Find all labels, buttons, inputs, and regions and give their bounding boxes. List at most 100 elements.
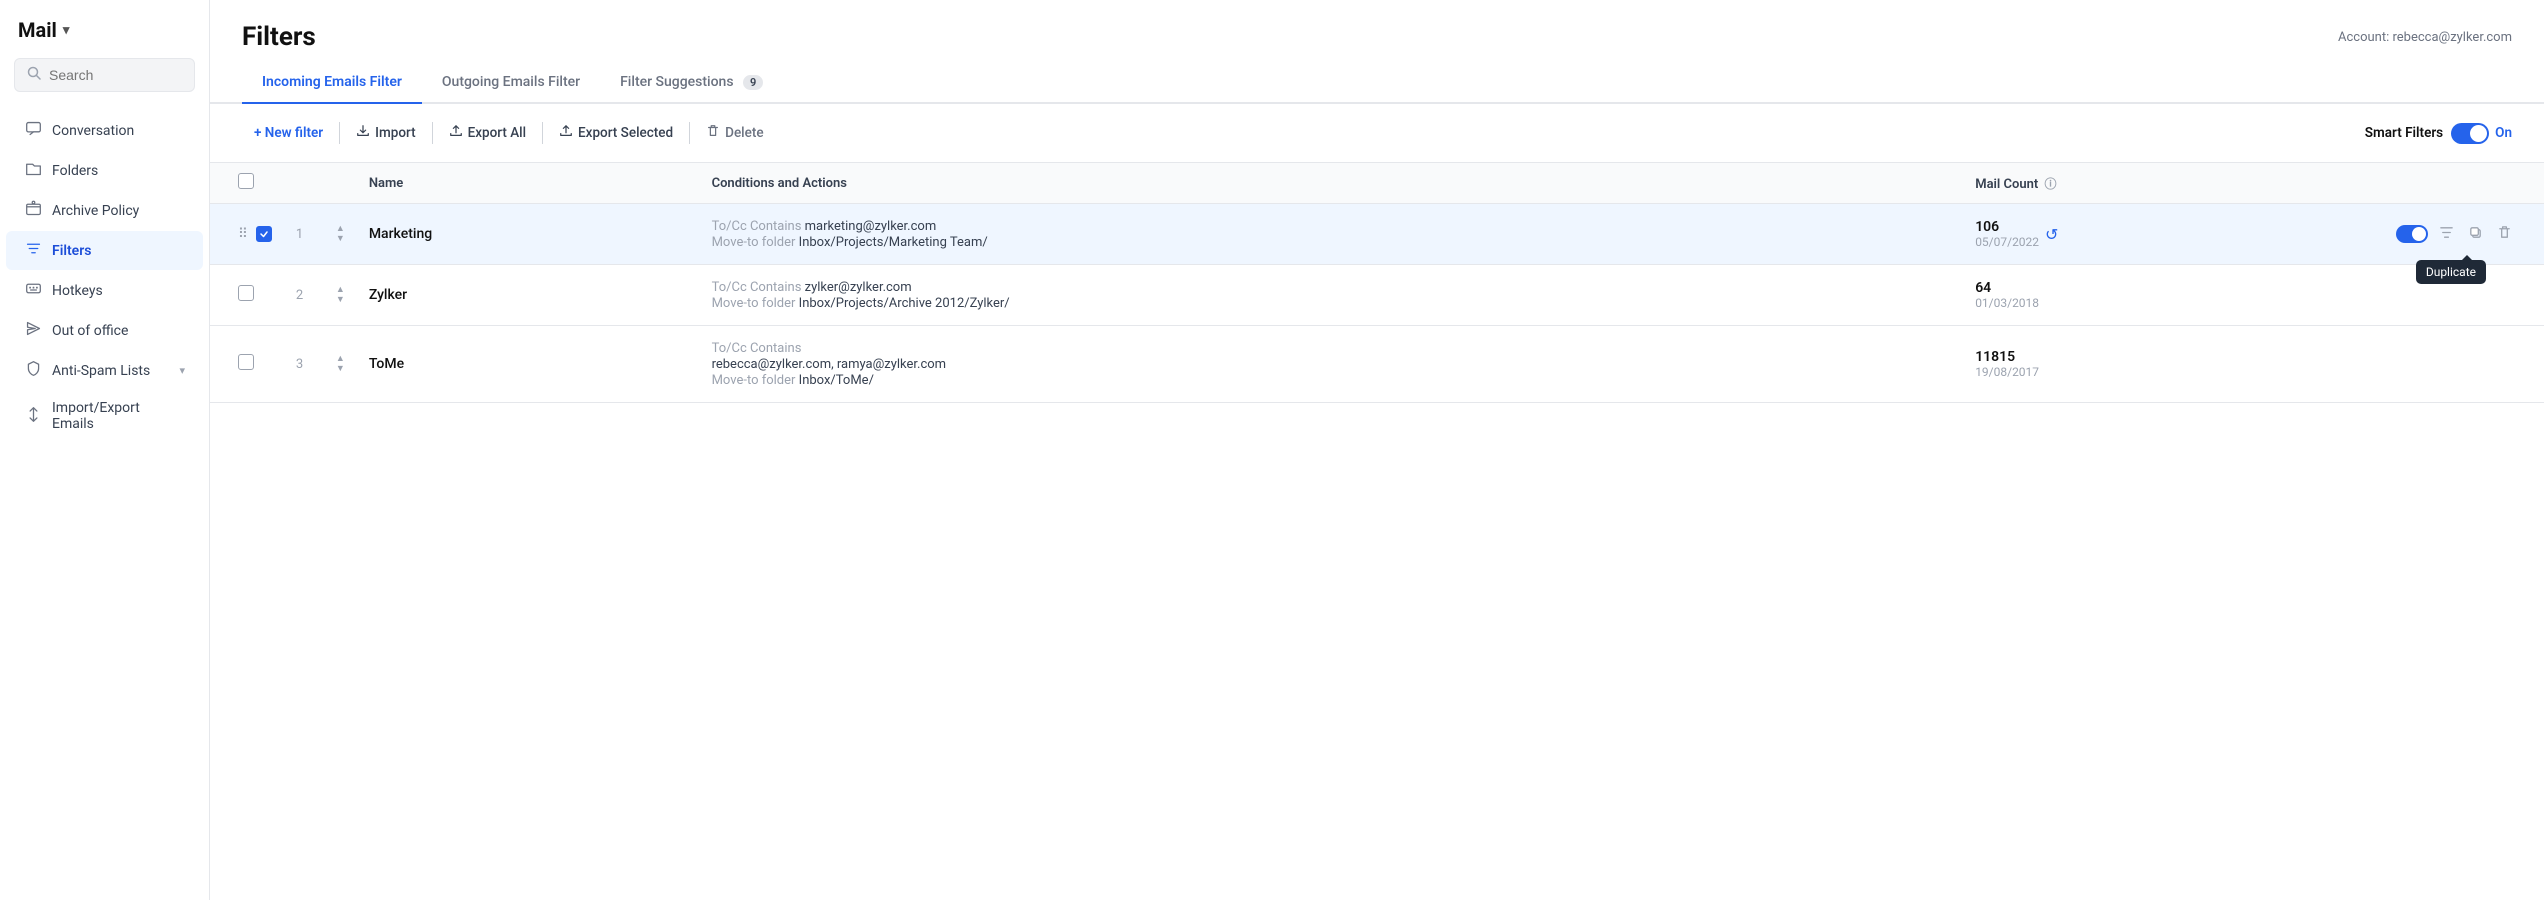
sort-down-icon[interactable]: ▼ (336, 235, 345, 244)
row-3-checkbox-cell (210, 326, 284, 403)
row-1-toggle-thumb (2412, 227, 2426, 241)
row-3-checkbox[interactable] (238, 354, 254, 370)
export-selected-button[interactable]: Export Selected (547, 118, 685, 148)
filters-icon (24, 240, 42, 261)
sort-up-icon[interactable]: ▲ (336, 286, 345, 295)
table-header: Name Conditions and Actions Mail Count ⓘ (210, 163, 2544, 204)
row-2-checkbox[interactable] (238, 285, 254, 301)
col-mail-count: Mail Count ⓘ (1963, 163, 2384, 204)
row-1-duplicate-container: Duplicate (2465, 225, 2486, 244)
sidebar: Mail ▾ Conversation (0, 0, 210, 900)
filters-table: Name Conditions and Actions Mail Count ⓘ (210, 163, 2544, 403)
sidebar-item-filters[interactable]: Filters (6, 231, 203, 270)
conversation-icon (24, 120, 42, 141)
col-name: Name (357, 163, 700, 204)
sort-up-icon[interactable]: ▲ (336, 225, 345, 234)
anti-spam-chevron: ▾ (179, 364, 185, 377)
col-num (284, 163, 324, 204)
col-checkbox (210, 163, 284, 204)
tab-incoming[interactable]: Incoming Emails Filter (242, 64, 422, 104)
mail-count-info-icon[interactable]: ⓘ (2045, 177, 2057, 191)
archive-policy-icon (24, 200, 42, 221)
import-button[interactable]: Import (344, 118, 427, 148)
row-1-num: 1 (284, 204, 324, 265)
sidebar-item-folders[interactable]: Folders (6, 151, 203, 190)
filters-table-container: Name Conditions and Actions Mail Count ⓘ (210, 163, 2544, 900)
sidebar-item-archive-policy-label: Archive Policy (52, 203, 139, 219)
export-selected-icon (559, 124, 573, 142)
col-name-label: Name (369, 176, 403, 191)
drag-handle[interactable]: ⠿ (238, 226, 248, 242)
row-1-toggle[interactable] (2396, 225, 2428, 243)
row-1-mail-count: 106 05/07/2022 ↺ (1963, 204, 2384, 265)
row-1-actions: Duplicate (2384, 204, 2544, 265)
tab-suggestions-badge: 9 (743, 75, 763, 90)
row-1-name: Marketing (357, 204, 700, 265)
new-filter-button[interactable]: + New filter (242, 119, 335, 147)
toolbar-sep-3 (542, 122, 543, 144)
tab-suggestions-label: Filter Suggestions (620, 74, 733, 90)
tab-outgoing[interactable]: Outgoing Emails Filter (422, 64, 600, 104)
table-row: 3 ▲ ▼ ToMe To/Cc Contains rebecca@zylker… (210, 326, 2544, 403)
delete-icon (706, 124, 720, 142)
row-1-filter-icon[interactable] (2436, 222, 2457, 247)
export-all-button[interactable]: Export All (437, 118, 538, 148)
row-1-toggle-track (2396, 225, 2428, 243)
col-conditions: Conditions and Actions (700, 163, 1964, 204)
row-3-mail-count: 11815 19/08/2017 (1963, 326, 2384, 403)
delete-button[interactable]: Delete (694, 118, 775, 148)
search-box[interactable] (14, 58, 195, 92)
sort-down-icon[interactable]: ▼ (336, 365, 345, 374)
sidebar-item-archive-policy[interactable]: Archive Policy (6, 191, 203, 230)
folders-icon (24, 160, 42, 181)
filters-table-body: ⠿ 1 ▲ ▼ (210, 204, 2544, 403)
sidebar-item-conversation[interactable]: Conversation (6, 111, 203, 150)
row-2-checkbox-cell (210, 265, 284, 326)
col-actions (2384, 163, 2544, 204)
search-input[interactable] (49, 67, 182, 83)
export-selected-label: Export Selected (578, 125, 673, 141)
sidebar-item-folders-label: Folders (52, 163, 98, 179)
sidebar-item-import-export-label: Import/Export Emails (52, 400, 185, 432)
tab-outgoing-label: Outgoing Emails Filter (442, 74, 580, 90)
out-of-office-icon (24, 320, 42, 341)
row-1-duplicate-button[interactable] (2465, 223, 2486, 247)
page-title: Filters (242, 22, 316, 52)
smart-filters-toggle[interactable] (2451, 123, 2489, 144)
smart-filters-label: Smart Filters (2365, 125, 2443, 141)
delete-label: Delete (725, 125, 763, 141)
undo-button[interactable]: ↺ (2045, 225, 2058, 244)
hotkeys-icon (24, 280, 42, 301)
row-2-num: 2 (284, 265, 324, 326)
filter-tabs: Incoming Emails Filter Outgoing Emails F… (210, 64, 2544, 104)
import-label: Import (375, 125, 415, 141)
toggle-thumb (2470, 125, 2487, 142)
app-title-chevron: ▾ (63, 23, 70, 38)
import-export-icon (24, 406, 42, 427)
app-title[interactable]: Mail ▾ (0, 18, 209, 58)
sidebar-item-anti-spam[interactable]: Anti-Spam Lists ▾ (6, 351, 203, 390)
sidebar-item-import-export[interactable]: Import/Export Emails (6, 391, 203, 441)
sidebar-item-anti-spam-label: Anti-Spam Lists (52, 363, 150, 379)
search-icon (27, 66, 41, 84)
sidebar-item-hotkeys-label: Hotkeys (52, 283, 103, 299)
col-conditions-label: Conditions and Actions (712, 176, 847, 191)
sidebar-item-out-of-office[interactable]: Out of office (6, 311, 203, 350)
main-content: Filters Account: rebecca@zylker.com Inco… (210, 0, 2544, 900)
row-1-action-buttons: Duplicate (2396, 222, 2532, 247)
export-all-icon (449, 124, 463, 142)
tab-suggestions[interactable]: Filter Suggestions 9 (600, 64, 783, 104)
sidebar-item-hotkeys[interactable]: Hotkeys (6, 271, 203, 310)
sort-down-icon[interactable]: ▼ (336, 296, 345, 305)
row-1-checkbox[interactable] (256, 226, 272, 242)
col-order (324, 163, 357, 204)
row-1-delete-button[interactable] (2494, 222, 2515, 247)
row-2-conditions: To/Cc Contains zylker@zylker.com Move-to… (700, 265, 1964, 326)
sort-up-icon[interactable]: ▲ (336, 355, 345, 364)
select-all-checkbox[interactable] (238, 173, 254, 189)
sidebar-item-out-of-office-label: Out of office (52, 323, 128, 339)
row-1-checkbox-cell: ⠿ (210, 204, 284, 265)
toolbar-sep-2 (432, 122, 433, 144)
row-3-num: 3 (284, 326, 324, 403)
row-3-actions (2384, 326, 2544, 403)
